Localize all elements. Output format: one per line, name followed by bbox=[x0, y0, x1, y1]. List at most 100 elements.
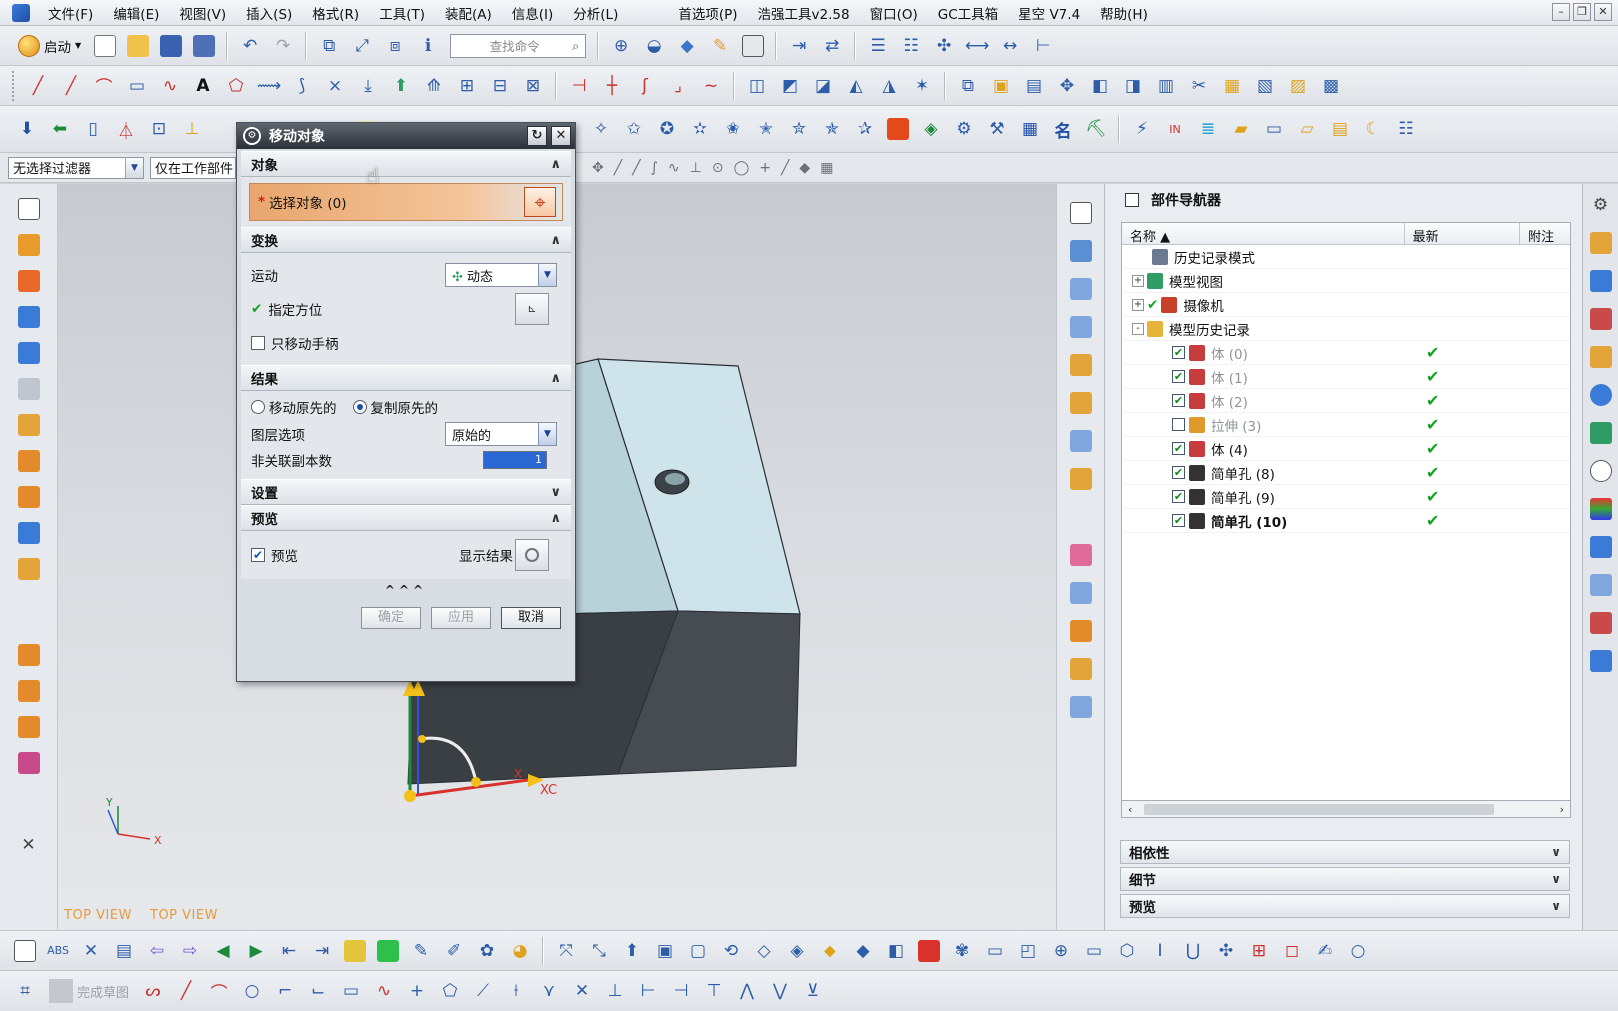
arrow-left-green-icon[interactable]: ◀ bbox=[208, 936, 238, 966]
move-original-radio[interactable] bbox=[251, 400, 265, 414]
section-settings-header[interactable]: 设置 ∨ bbox=[241, 479, 571, 505]
section-object-header[interactable]: 对象 ∧ bbox=[241, 151, 571, 177]
green-cube-icon[interactable] bbox=[373, 936, 403, 966]
icam-icon[interactable] bbox=[883, 114, 913, 144]
sketch-mirror-icon[interactable]: ⋎ bbox=[534, 976, 564, 1006]
measure-distance-icon[interactable]: ↔ bbox=[995, 31, 1025, 61]
number-icon[interactable]: ☷ bbox=[1391, 114, 1421, 144]
expand-icon[interactable]: + bbox=[1132, 298, 1144, 311]
rib-icon[interactable] bbox=[13, 518, 45, 548]
annotation-icon[interactable]: ✐ bbox=[439, 936, 469, 966]
tree-row[interactable]: ✔ 体 (1) ✔ bbox=[1122, 365, 1570, 389]
clip-icon[interactable] bbox=[1066, 578, 1096, 608]
scope-filter-select[interactable]: 仅在工作部件 bbox=[150, 156, 236, 179]
ruler-icon[interactable]: ⊢ bbox=[1028, 31, 1058, 61]
feature-l-icon[interactable]: ⚙ bbox=[949, 114, 979, 144]
through-curves-icon[interactable]: ◩ bbox=[775, 71, 805, 101]
feature-checkbox[interactable]: ✔ bbox=[1172, 442, 1185, 455]
sketch-constraint-icon[interactable]: ⊢ bbox=[633, 976, 663, 1006]
profile-icon[interactable]: ᔕ bbox=[138, 976, 168, 1006]
sketch-trim-icon[interactable]: ⟋ bbox=[468, 976, 498, 1006]
reset-icon[interactable]: ↻ bbox=[527, 126, 547, 146]
inch-mm-icon[interactable]: IN bbox=[1160, 114, 1190, 144]
cylinder-icon[interactable] bbox=[13, 338, 45, 368]
swept-icon[interactable]: ◭ bbox=[841, 71, 871, 101]
layer-visible-icon[interactable]: ☷ bbox=[896, 31, 926, 61]
feature-checkbox[interactable]: ✔ bbox=[1172, 394, 1185, 407]
section-preview-header[interactable]: 预览 ∧ bbox=[241, 505, 571, 531]
trim-curve-icon[interactable]: ⊣ bbox=[564, 71, 594, 101]
ok-button[interactable]: 确定 bbox=[361, 607, 421, 629]
menu-item[interactable]: 浩强工具v2.58 bbox=[748, 3, 860, 23]
feature-f-icon[interactable]: ✬ bbox=[718, 114, 748, 144]
tangent-icon[interactable]: ╱ bbox=[781, 160, 789, 176]
material-icon[interactable] bbox=[1066, 654, 1096, 684]
spline-icon[interactable]: ∿ bbox=[155, 71, 185, 101]
preview-panel[interactable]: 预览 ∨ bbox=[1120, 894, 1570, 918]
sketch-circle-icon[interactable]: ○ bbox=[237, 976, 267, 1006]
assembly-icon[interactable]: ▣ bbox=[986, 71, 1016, 101]
menu-item[interactable]: 首选项(P) bbox=[668, 3, 747, 23]
dialog-title-bar[interactable]: ⚙ 移动对象 ↻ ✕ bbox=[237, 123, 575, 149]
snap-view-icon[interactable]: ⇄ bbox=[817, 31, 847, 61]
feature-checkbox[interactable]: ✔ bbox=[1172, 514, 1185, 527]
perpendicular-icon[interactable]: ⊥ bbox=[690, 160, 702, 176]
bottom-view-icon[interactable] bbox=[1066, 464, 1096, 494]
copies-input[interactable]: 1 bbox=[483, 451, 547, 469]
pattern-icon[interactable]: ⊡ bbox=[144, 114, 174, 144]
block-icon[interactable] bbox=[13, 302, 45, 332]
apply-button[interactable]: 应用 bbox=[431, 607, 491, 629]
sketch-auto-icon[interactable]: ⊣ bbox=[666, 976, 696, 1006]
paint-icon[interactable]: ◆ bbox=[848, 936, 878, 966]
polygon-icon[interactable]: ⬠ bbox=[221, 71, 251, 101]
show-result-button[interactable] bbox=[515, 539, 549, 571]
menu-item[interactable]: 工具(T) bbox=[369, 3, 435, 23]
wrap-icon[interactable]: ⊞ bbox=[452, 71, 482, 101]
bridge-curve-icon[interactable]: ⟆ bbox=[287, 71, 317, 101]
coordinate-icon[interactable]: ✕ bbox=[76, 936, 106, 966]
arrow-right-icon[interactable]: ⇨ bbox=[175, 936, 205, 966]
edit-surface-icon[interactable]: ⧉ bbox=[953, 71, 983, 101]
surface-icon[interactable]: ◫ bbox=[742, 71, 772, 101]
feature-c-icon[interactable]: ✩ bbox=[619, 114, 649, 144]
replace-face-icon[interactable]: ◈ bbox=[782, 936, 812, 966]
sketch-spline-icon[interactable]: ∿ bbox=[369, 976, 399, 1006]
sketch-point-icon[interactable]: + bbox=[402, 976, 432, 1006]
sketch-plane-icon[interactable] bbox=[13, 194, 45, 224]
menu-item[interactable]: 文件(F) bbox=[38, 3, 103, 23]
assembly-navigator-icon[interactable] bbox=[1586, 228, 1616, 258]
menu-item[interactable]: GC工具箱 bbox=[928, 3, 1008, 23]
feature-checkbox[interactable]: ✔ bbox=[1172, 370, 1185, 383]
feature-checkbox[interactable]: ✔ bbox=[1172, 466, 1185, 479]
line-alt-icon[interactable]: ╱ bbox=[56, 71, 86, 101]
menu-item[interactable]: 帮助(H) bbox=[1090, 3, 1158, 23]
tree-row[interactable]: + 模型视图 bbox=[1122, 269, 1570, 293]
column-latest[interactable]: 最新 bbox=[1405, 223, 1521, 245]
palette-icon[interactable] bbox=[1586, 494, 1616, 524]
trim-body-icon[interactable] bbox=[13, 748, 45, 778]
feature-h-icon[interactable]: ✮ bbox=[784, 114, 814, 144]
arc-icon[interactable]: ⌒ bbox=[89, 71, 119, 101]
orient-view-icon[interactable]: ◆ bbox=[672, 31, 702, 61]
scroll-left-icon[interactable]: ‹ bbox=[1128, 803, 1132, 816]
command-search-input[interactable]: 查找命令 ⌕ bbox=[450, 33, 587, 58]
layers-icon[interactable]: ▦ bbox=[1217, 71, 1247, 101]
tree-row[interactable]: ✔ 体 (0) ✔ bbox=[1122, 341, 1570, 365]
extrude-icon[interactable] bbox=[13, 230, 45, 260]
front-view-icon[interactable] bbox=[1066, 274, 1096, 304]
menu-item[interactable]: 信息(I) bbox=[502, 3, 564, 23]
export-icon[interactable]: ⬅ bbox=[45, 114, 75, 144]
u-shape-icon[interactable]: ⋃ bbox=[1178, 936, 1208, 966]
hd3d-icon[interactable] bbox=[1586, 646, 1616, 676]
undo-icon[interactable]: ↶ bbox=[235, 31, 265, 61]
column-notes[interactable]: 附注 bbox=[1520, 223, 1570, 245]
wcs-origin-icon[interactable]: ✕ bbox=[13, 830, 45, 860]
cancel-button[interactable]: 取消 bbox=[501, 607, 561, 629]
square-icon[interactable]: ◻ bbox=[1277, 936, 1307, 966]
process-studio-icon[interactable] bbox=[1586, 532, 1616, 562]
render-style-icon[interactable]: ◒ bbox=[639, 31, 669, 61]
navigator-scrollbar[interactable]: ‹ › bbox=[1121, 800, 1571, 818]
feature-checkbox[interactable] bbox=[1172, 418, 1185, 431]
shaded-view-icon[interactable] bbox=[1066, 236, 1096, 266]
trim-icon[interactable]: ⨯ bbox=[320, 71, 350, 101]
